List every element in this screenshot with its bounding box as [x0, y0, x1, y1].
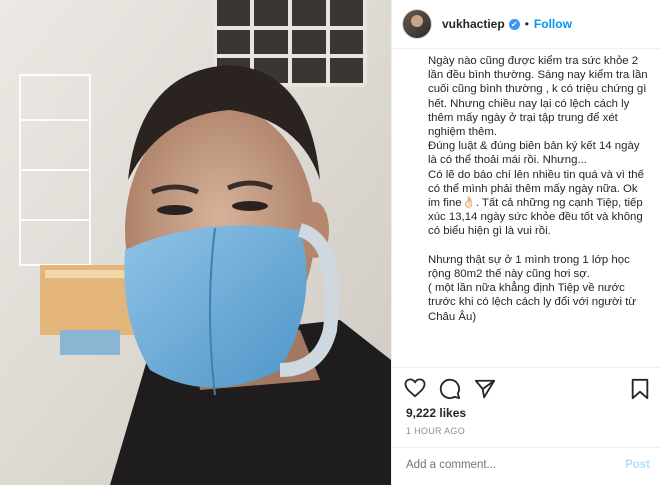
- bookmark-icon[interactable]: [630, 378, 650, 400]
- comment-input[interactable]: [406, 459, 606, 471]
- comment-bar: Post: [392, 447, 660, 485]
- selfie-photo: [0, 0, 391, 485]
- likes-count[interactable]: 9,222 likes: [406, 406, 466, 420]
- comment-icon[interactable]: [439, 378, 461, 400]
- follow-button[interactable]: Follow: [534, 17, 572, 31]
- avatar[interactable]: [402, 9, 432, 39]
- heart-icon[interactable]: [404, 378, 426, 398]
- verified-icon: ✔: [508, 18, 520, 30]
- post-sidebar: vukhactiep ✔ • Follow Ngày nào cũng được…: [391, 0, 660, 485]
- username-link[interactable]: vukhactiep: [442, 17, 505, 31]
- post-comment-button[interactable]: Post: [625, 459, 650, 471]
- share-icon[interactable]: [474, 378, 496, 400]
- separator-dot: •: [524, 17, 529, 31]
- post-header: vukhactiep ✔ • Follow: [392, 0, 660, 49]
- instagram-post: vukhactiep ✔ • Follow Ngày nào cũng được…: [0, 0, 660, 485]
- post-actions: 9,222 likes 1 HOUR AGO: [392, 367, 660, 448]
- caption-text: Ngày nào cũng được kiểm tra sức khỏe 2 l…: [428, 55, 648, 323]
- action-icons: [404, 378, 496, 400]
- post-timestamp[interactable]: 1 HOUR AGO: [406, 426, 465, 436]
- post-caption: Ngày nào cũng được kiểm tra sức khỏe 2 l…: [392, 48, 660, 367]
- post-photo[interactable]: [0, 0, 391, 485]
